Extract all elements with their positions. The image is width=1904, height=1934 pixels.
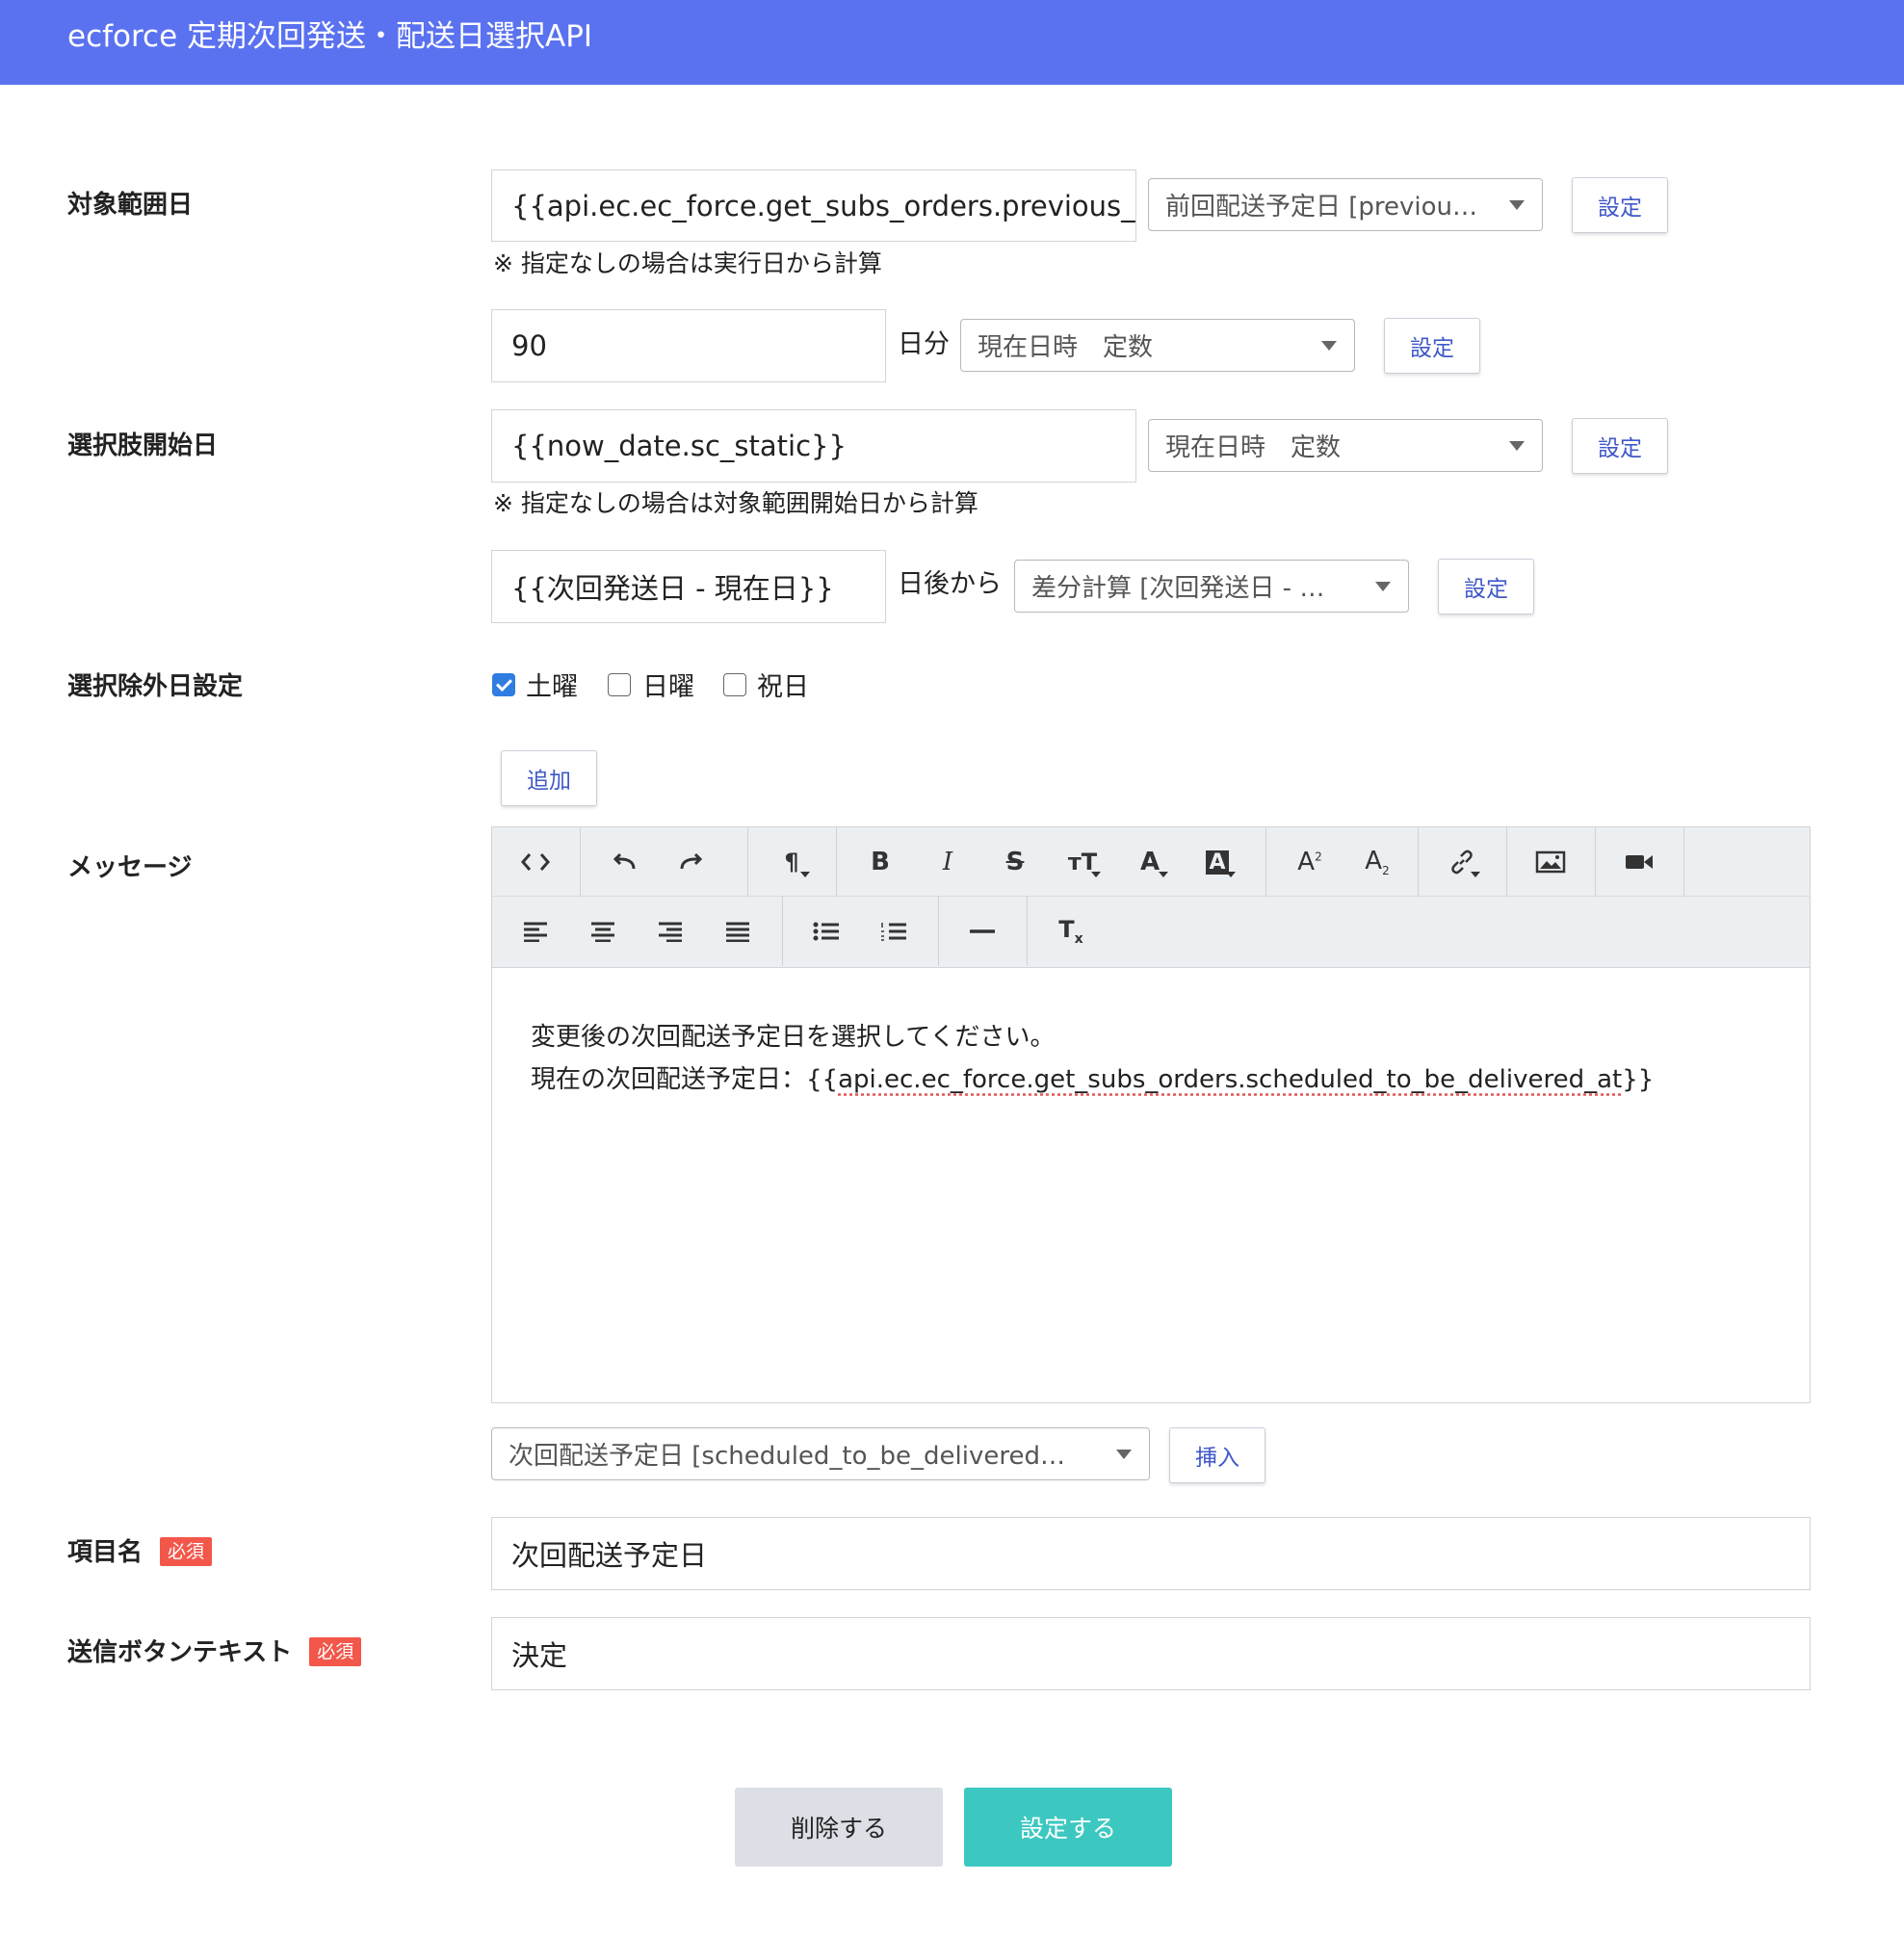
variable-select[interactable]: 次回配送予定日 [scheduled_to_be_delivered… (491, 1427, 1150, 1480)
superscript-icon[interactable]: A2 (1276, 827, 1343, 897)
video-icon[interactable] (1605, 827, 1673, 897)
bullet-list-icon[interactable] (793, 897, 860, 966)
chevron-down-icon (1321, 340, 1337, 351)
option-start-date-input[interactable]: {{now_date.sc_static}} (491, 409, 1136, 483)
paragraph-icon[interactable]: ¶ (758, 827, 825, 897)
target-range-note: ※ 指定なしの場合は実行日から計算 (493, 249, 882, 277)
background-color-icon[interactable]: A (1184, 827, 1251, 897)
link-icon[interactable] (1428, 827, 1496, 897)
chevron-down-icon (1375, 581, 1391, 591)
target-range-date-select[interactable]: 前回配送予定日 [previou… (1148, 178, 1543, 231)
submit-text-input[interactable]: 決定 (491, 1617, 1811, 1690)
option-start-offset-input[interactable]: {{次回発送日 - 現在日}} (491, 550, 886, 623)
page-title: ecforce 定期次回発送・配送日選択API (67, 19, 593, 54)
option-start-date-select[interactable]: 現在日時 定数 (1148, 419, 1543, 472)
delete-button[interactable]: 削除する (735, 1788, 943, 1867)
option-start-offset-set-button[interactable]: 設定 (1438, 559, 1534, 614)
align-left-icon[interactable] (502, 897, 569, 966)
add-exclusion-button[interactable]: 追加 (501, 750, 597, 806)
align-justify-icon[interactable] (704, 897, 771, 966)
undo-icon[interactable] (590, 827, 658, 897)
app-header: ecforce 定期次回発送・配送日選択API (0, 0, 1904, 85)
rich-text-editor: ¶ B I S тT A A A2 A2 Tx 変更後の次回配送予定日を選択して… (491, 826, 1811, 1403)
save-button[interactable]: 設定する (964, 1788, 1172, 1867)
option-start-date-set-button[interactable]: 設定 (1572, 418, 1668, 474)
option-start-offset-select[interactable]: 差分計算 [次回発送日 - … (1014, 560, 1409, 613)
target-range-days-input[interactable]: 90 (491, 309, 886, 382)
option-start-label: 選択肢開始日 (67, 431, 219, 460)
redo-icon[interactable] (658, 827, 725, 897)
target-range-date-set-button[interactable]: 設定 (1572, 177, 1668, 233)
code-view-icon[interactable] (502, 827, 569, 897)
required-badge: 必須 (160, 1536, 213, 1566)
strikethrough-icon[interactable]: S (981, 827, 1049, 897)
sunday-checkbox[interactable] (608, 673, 631, 696)
target-range-days-select[interactable]: 現在日時 定数 (960, 319, 1355, 372)
chevron-down-icon (1509, 199, 1525, 210)
message-label: メッセージ (67, 853, 193, 882)
font-size-icon[interactable]: тT (1049, 827, 1116, 897)
required-badge: 必須 (309, 1636, 362, 1666)
bold-icon[interactable]: B (847, 827, 914, 897)
message-line-2: 現在の次回配送予定日：{{api.ec.ec_force.get_subs_or… (531, 1065, 1655, 1094)
option-start-offset-suffix: 日後から (898, 569, 1002, 599)
insert-variable-button[interactable]: 挿入 (1169, 1427, 1265, 1483)
chevron-down-icon (1116, 1449, 1132, 1459)
holiday-checkbox[interactable] (723, 673, 746, 696)
target-range-date-input[interactable]: {{api.ec.ec_force.get_subs_orders.previo… (491, 170, 1136, 242)
chevron-down-icon (1509, 440, 1525, 451)
editor-content[interactable]: 変更後の次回配送予定日を選択してください。 現在の次回配送予定日：{{api.e… (492, 968, 1810, 1402)
italic-icon[interactable]: I (914, 827, 981, 897)
image-icon[interactable] (1517, 827, 1584, 897)
exclusions-label: 選択除外日設定 (67, 672, 244, 701)
message-line-1: 変更後の次回配送予定日を選択してください。 (531, 1023, 1056, 1052)
editor-toolbar: ¶ B I S тT A A A2 A2 Tx (492, 827, 1810, 968)
target-range-days-suffix: 日分 (898, 329, 950, 359)
saturday-checkbox[interactable] (492, 673, 515, 696)
subscript-icon[interactable]: A2 (1343, 827, 1411, 897)
target-range-label: 対象範囲日 (67, 191, 194, 220)
target-range-days-set-button[interactable]: 設定 (1384, 318, 1480, 374)
item-name-input[interactable]: 次回配送予定日 (491, 1517, 1811, 1590)
holiday-label: 祝日 (757, 672, 809, 702)
text-color-icon[interactable]: A (1116, 827, 1184, 897)
item-name-label: 項目名 必須 (67, 1536, 213, 1569)
align-center-icon[interactable] (569, 897, 637, 966)
submit-text-label: 送信ボタンテキスト 必須 (67, 1636, 362, 1669)
sunday-label: 日曜 (642, 672, 694, 702)
option-start-note: ※ 指定なしの場合は対象範囲開始日から計算 (493, 489, 978, 517)
horizontal-rule-icon[interactable] (949, 897, 1016, 966)
align-right-icon[interactable] (637, 897, 704, 966)
clear-format-icon[interactable]: Tx (1037, 897, 1105, 966)
numbered-list-icon[interactable] (860, 897, 927, 966)
saturday-label: 土曜 (526, 672, 578, 702)
